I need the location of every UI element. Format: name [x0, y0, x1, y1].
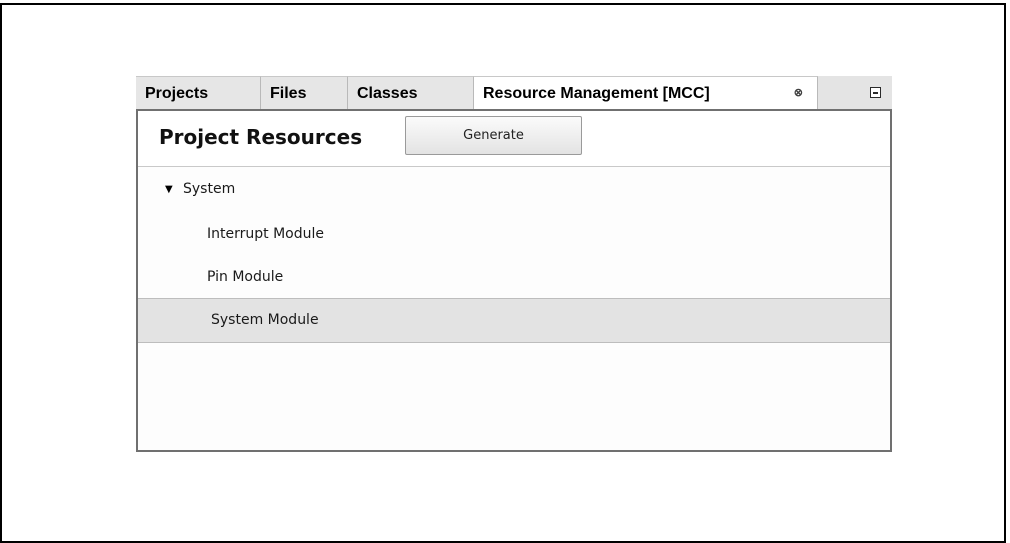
tree-item-system-module[interactable]: System Module — [138, 298, 890, 343]
tab-label: Classes — [357, 85, 418, 102]
tree-node-system[interactable]: ▼ System — [138, 167, 890, 212]
tab-label: Files — [270, 85, 307, 102]
tab-label: Projects — [145, 85, 209, 102]
triangle-down-icon[interactable]: ▼ — [165, 167, 173, 212]
tree-item-label: System Module — [211, 312, 319, 328]
tab-bar: Projects Files Classes Resource Manageme… — [136, 76, 892, 109]
tree-item-pin-module[interactable]: Pin Module — [138, 255, 890, 300]
tree-item-label: Pin Module — [207, 269, 284, 285]
tree-node-label: System — [183, 181, 236, 197]
tab-label: Resource Management [MCC] — [483, 85, 710, 102]
tab-files[interactable]: Files — [261, 76, 348, 109]
minimize-icon[interactable] — [870, 87, 881, 98]
tab-resource-management[interactable]: Resource Management [MCC] ⊗ — [474, 76, 818, 109]
tree-item-interrupt-module[interactable]: Interrupt Module — [138, 212, 890, 257]
tree-item-label: Interrupt Module — [207, 226, 324, 242]
tab-classes[interactable]: Classes — [348, 76, 474, 109]
panel-header: Project Resources Generate — [138, 111, 890, 167]
resource-panel: Projects Files Classes Resource Manageme… — [136, 76, 892, 452]
close-icon[interactable]: ⊗ — [794, 77, 803, 110]
panel-content: Project Resources Generate ▼ System Inte… — [136, 109, 892, 452]
page-title: Project Resources — [159, 125, 363, 149]
generate-button[interactable]: Generate — [405, 116, 582, 155]
tab-projects[interactable]: Projects — [136, 76, 261, 109]
